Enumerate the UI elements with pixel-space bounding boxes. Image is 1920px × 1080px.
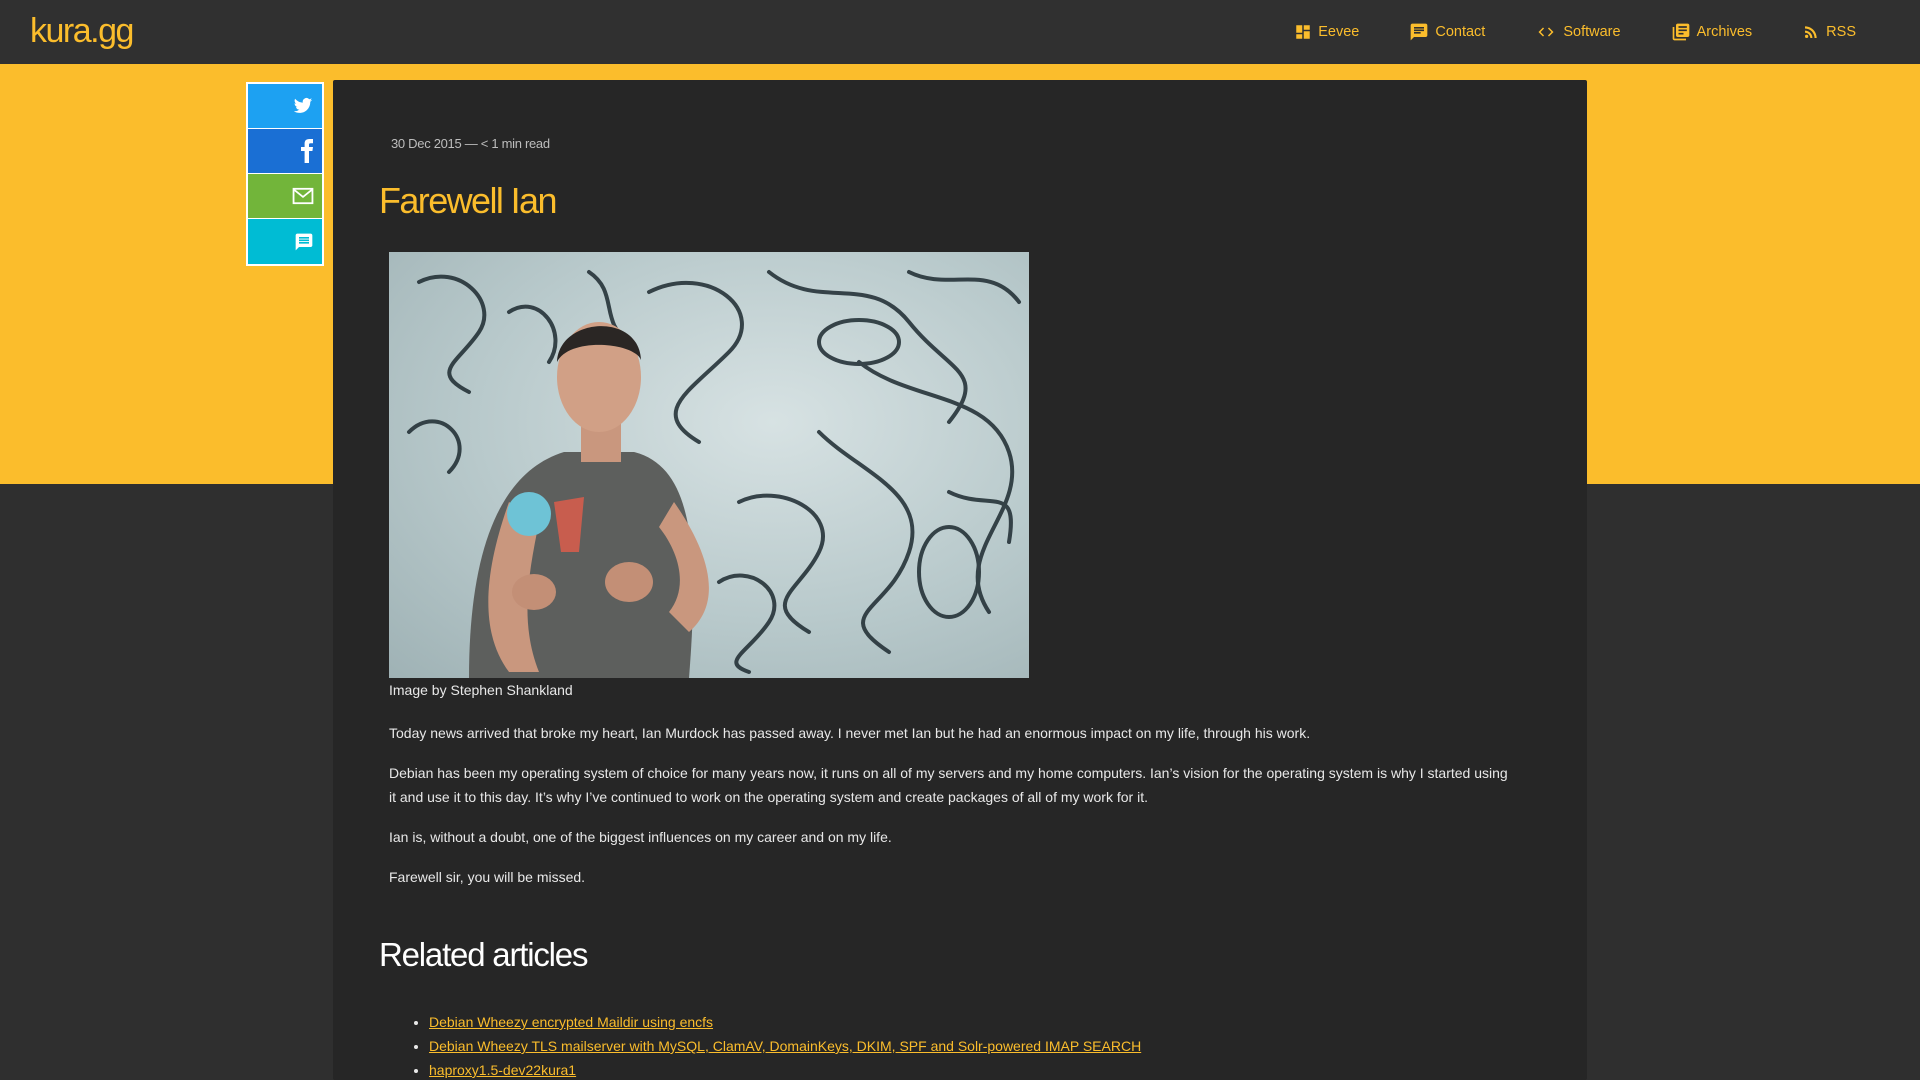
dashboard-icon xyxy=(1296,25,1310,39)
twitter-icon xyxy=(293,98,313,113)
nav-item-archives[interactable]: Archives xyxy=(1671,22,1753,42)
share-twitter-button[interactable] xyxy=(248,84,322,129)
list-item: Debian Wheezy TLS mailserver with MySQL,… xyxy=(429,1034,1141,1058)
nav-label: Archives xyxy=(1696,24,1753,40)
post-title: Farewell Ian xyxy=(379,180,557,221)
paragraph: Debian has been my operating system of c… xyxy=(389,765,1508,805)
chat-icon xyxy=(1411,23,1428,41)
related-article-link[interactable]: Debian Wheezy TLS mailserver with MySQL,… xyxy=(429,1038,1141,1054)
site-logo[interactable]: kura.gg xyxy=(30,12,134,51)
library-icon xyxy=(1672,23,1689,41)
article-card: 30 Dec 2015 — < 1 min read Farewell Ian xyxy=(333,80,1587,1080)
paragraph: Ian is, without a doubt, one of the bigg… xyxy=(389,829,892,845)
paragraph: Today news arrived that broke my heart, … xyxy=(389,725,1311,741)
image-caption: Image by Stephen Shankland xyxy=(389,682,573,698)
list-item: Debian Wheezy encrypted Maildir using en… xyxy=(429,1010,1141,1034)
list-item: haproxy1.5-dev22kura1 xyxy=(429,1058,1141,1080)
related-articles-list: Debian Wheezy encrypted Maildir using en… xyxy=(429,1010,1141,1080)
paragraph: Farewell sir, you will be missed. xyxy=(389,869,586,885)
nav-item-software[interactable]: Software xyxy=(1535,23,1621,41)
nav-label: Software xyxy=(1563,24,1621,40)
post-image xyxy=(389,252,1029,678)
abstract-scribble-background xyxy=(407,270,1021,678)
top-navigation: kura.gg Eevee Contact Software Archives … xyxy=(0,0,1920,64)
facebook-icon xyxy=(301,139,313,163)
nav-links: Eevee Contact Software Archives RSS xyxy=(1244,0,1856,64)
code-icon xyxy=(1538,27,1554,37)
post-meta: 30 Dec 2015 — < 1 min read xyxy=(391,136,550,151)
nav-item-eevee[interactable]: Eevee xyxy=(1294,23,1359,41)
nav-item-contact[interactable]: Contact xyxy=(1409,22,1485,42)
related-articles-heading: Related articles xyxy=(379,936,588,973)
related-article-link[interactable]: haproxy1.5-dev22kura1 xyxy=(429,1062,576,1078)
nav-label: RSS xyxy=(1826,24,1856,40)
mail-icon xyxy=(292,187,314,205)
nav-label: Contact xyxy=(1435,24,1486,40)
comment-icon xyxy=(295,233,313,250)
share-sidebar xyxy=(246,82,324,266)
related-article-link[interactable]: Debian Wheezy encrypted Maildir using en… xyxy=(429,1014,713,1030)
share-facebook-button[interactable] xyxy=(248,129,322,174)
nav-item-rss[interactable]: RSS xyxy=(1802,23,1856,41)
share-email-button[interactable] xyxy=(248,174,322,219)
share-comment-button[interactable] xyxy=(248,219,322,264)
nav-label: Eevee xyxy=(1318,24,1360,40)
rss-icon xyxy=(1805,26,1817,38)
speaker-figure xyxy=(469,322,709,678)
